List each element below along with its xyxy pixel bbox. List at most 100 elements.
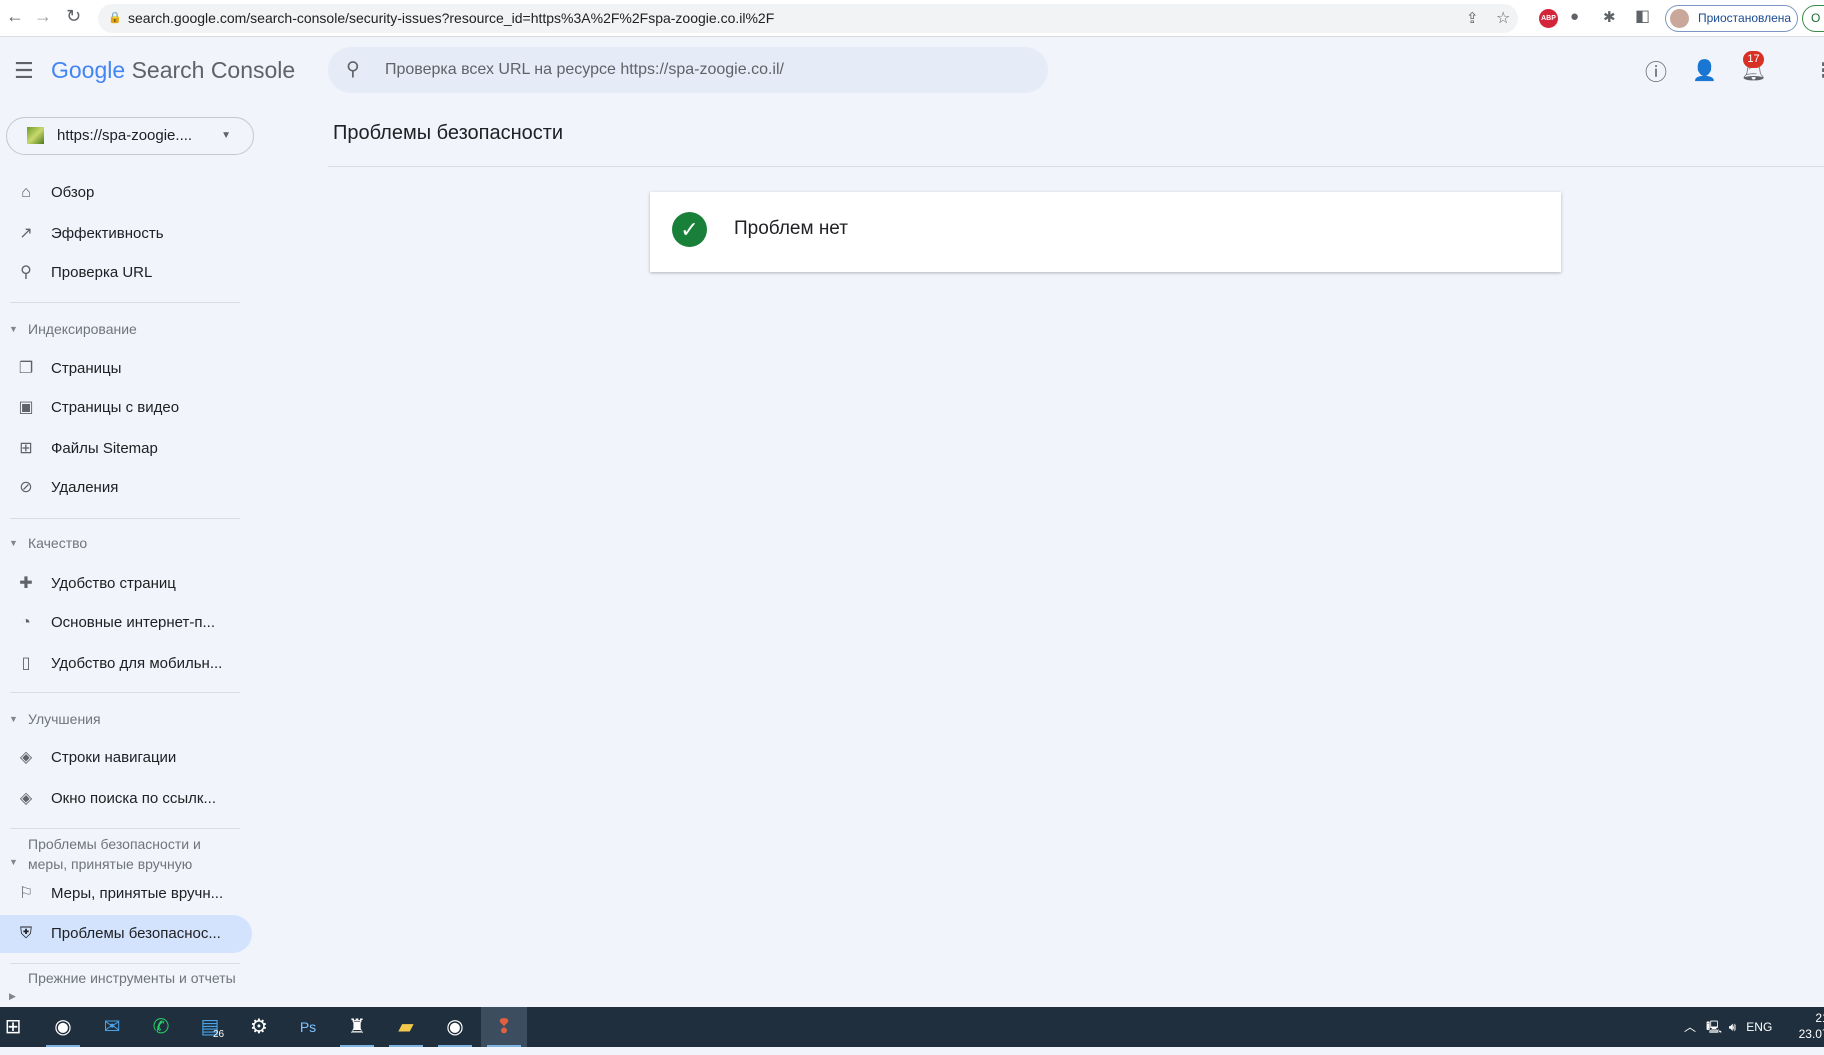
menu-icon[interactable]: ☰ — [14, 58, 34, 84]
divider — [328, 166, 1824, 167]
network-icon[interactable]: 🖳 — [1706, 1020, 1722, 1034]
bookmark-star-icon[interactable]: ☆ — [1496, 4, 1510, 33]
search-icon: ⚲ — [20, 264, 32, 281]
extension-icon[interactable]: ● — [1570, 8, 1579, 25]
sidebar-item-label: Обзор — [51, 184, 95, 201]
mail-icon[interactable]: ✉ — [89, 1007, 135, 1047]
sidebar-item-overview[interactable]: ⌂ Обзор — [0, 174, 250, 212]
sidebar-item-label: Удобство для мобильн... — [51, 655, 223, 672]
back-icon[interactable]: ← — [6, 6, 24, 27]
sidebar-item-label: Проблемы безопаснос... — [51, 925, 221, 942]
sidebar-item-performance[interactable]: ↗ Эффективность — [0, 215, 250, 253]
sidebar-item-label: Страницы — [51, 360, 122, 377]
sidebar-item-page-experience[interactable]: ✚ Удобство страниц — [0, 565, 250, 603]
search-icon: ⚲ — [346, 59, 360, 80]
world-of-tanks-icon[interactable]: ♜ — [334, 1007, 380, 1047]
time: 21: — [1815, 1011, 1824, 1025]
sidebar-item-removals[interactable]: ⊘ Удаления — [0, 469, 250, 507]
settings-gear-icon[interactable]: ⚙ — [236, 1007, 282, 1047]
layers-icon: ◈ — [19, 790, 33, 807]
side-panel-icon[interactable]: ◧ — [1635, 6, 1650, 26]
sidebar-item-breadcrumbs[interactable]: ◈ Строки навигации — [0, 739, 250, 777]
sidebar-item-core-web-vitals[interactable]: ◔ Основные интернет-п... — [0, 604, 250, 642]
date: 23.07. — [1798, 1027, 1824, 1041]
volume-icon[interactable]: 🔊︎ — [1729, 1020, 1737, 1034]
sidebar-item-mobile-usability[interactable]: ▯ Удобство для мобильн... — [0, 645, 250, 683]
removals-icon: ⊘ — [19, 479, 33, 496]
forward-icon[interactable]: → — [34, 6, 52, 27]
sidebar-item-manual-actions[interactable]: ⚐ Меры, принятые вручн... — [0, 875, 250, 913]
abp-icon[interactable]: ABP — [1539, 9, 1558, 28]
divider — [10, 963, 240, 964]
photoshop-icon[interactable]: Ps — [285, 1007, 331, 1047]
pages-icon: ❐ — [18, 360, 34, 377]
status-card: ✓ Проблем нет — [650, 192, 1561, 272]
sidebar-item-sitemaps[interactable]: ⊞ Файлы Sitemap — [0, 430, 250, 468]
sidebar-item-sitelinks-searchbox[interactable]: ◈ Окно поиска по ссылк... — [0, 780, 250, 818]
collapse-triangle-icon: ▼ — [9, 324, 18, 334]
user-settings-icon[interactable]: 👤 — [1692, 58, 1717, 83]
sidebar-item-video-pages[interactable]: ▣ Страницы с видео — [0, 389, 250, 427]
active-app-icon[interactable]: ❢ — [481, 1007, 527, 1047]
reload-icon[interactable]: ↻ — [66, 6, 81, 27]
sitemap-icon: ⊞ — [19, 440, 33, 457]
section-enhancements[interactable]: ▼ Улучшения — [9, 709, 239, 729]
page-experience-icon: ✚ — [19, 575, 33, 592]
sidebar-item-label: Страницы с видео — [51, 399, 180, 416]
sidebar-item-label: Проверка URL — [51, 264, 153, 281]
google-logo: Google — [51, 57, 126, 83]
page-title: Проблемы безопасности — [333, 122, 564, 144]
shield-icon: ⛨ — [19, 925, 32, 942]
section-security-manual-actions[interactable]: ▼ Проблемы безопасности и меры, принятые … — [9, 834, 239, 874]
flag-icon: ⚐ — [18, 885, 34, 902]
sidebar-item-security-issues[interactable]: ⛨ Проблемы безопаснос... — [0, 915, 252, 953]
calendar-badge: 26 — [213, 1029, 225, 1040]
puzzle-icon[interactable]: ✱ — [1603, 8, 1616, 26]
trending-icon: ↗ — [19, 225, 33, 242]
address-bar[interactable]: 🔒 search.google.com/search-console/secur… — [98, 4, 1518, 33]
status-text: Проблем нет — [734, 218, 848, 239]
collapse-triangle-icon: ▼ — [9, 857, 18, 867]
taskbar: ⊞ ◉ ✉ ✆ ▤26 ⚙ Ps ♜ ▰ ◉ ❢ ︿ 🖳 🔊︎ ENG 21:2… — [0, 1007, 1824, 1047]
logo[interactable]: Google Search Console — [51, 57, 295, 84]
clock[interactable]: 21: 23.07. — [1792, 1010, 1824, 1042]
share-icon[interactable]: ⇪ — [1466, 4, 1479, 33]
avatar — [1670, 9, 1689, 28]
video-pages-icon: ▣ — [18, 399, 34, 416]
calendar-icon[interactable]: ▤ 26 — [187, 1007, 233, 1047]
help-icon[interactable]: ⓘ — [1645, 55, 1667, 87]
section-label: Проблемы безопасности и меры, принятые в… — [28, 836, 201, 872]
show-hidden-icons-icon[interactable]: ︿ — [1684, 1020, 1696, 1034]
check-circle-icon: ✓ — [672, 212, 707, 247]
section-label: Индексирование — [28, 321, 137, 337]
whatsapp-icon[interactable]: ✆ — [138, 1007, 184, 1047]
sidebar-item-url-inspection[interactable]: ⚲ Проверка URL — [0, 254, 250, 292]
property-selector[interactable]: https://spa-zoogie.... ▼ — [6, 117, 254, 155]
sidebar-item-label: Окно поиска по ссылк... — [51, 790, 216, 807]
product-name: Search Console — [131, 57, 296, 83]
chrome-profile-icon[interactable]: ◉ — [432, 1007, 478, 1047]
home-icon: ⌂ — [21, 184, 31, 201]
divider — [10, 692, 240, 693]
mobile-icon: ▯ — [21, 655, 31, 672]
second-profile-button[interactable]: O — [1802, 5, 1824, 32]
section-indexing[interactable]: ▼ Индексирование — [9, 319, 239, 339]
expand-triangle-icon: ▶ — [9, 991, 16, 1001]
sidebar-item-label: Основные интернет-п... — [51, 614, 216, 631]
file-explorer-icon[interactable]: ▰ — [383, 1007, 429, 1047]
section-legacy-tools[interactable]: ▶ Прежние инструменты и отчеты — [9, 968, 239, 1001]
collapse-triangle-icon: ▼ — [9, 538, 18, 548]
property-label: https://spa-zoogie.... — [57, 127, 193, 144]
section-label: Прежние инструменты и отчеты — [28, 970, 236, 986]
sidebar-item-pages[interactable]: ❐ Страницы — [0, 350, 250, 388]
section-quality[interactable]: ▼ Качество — [9, 533, 239, 553]
lock-icon: 🔒 — [108, 12, 122, 24]
language-indicator[interactable]: ENG — [1746, 1020, 1772, 1034]
windows-start-icon[interactable]: ⊞ — [0, 1007, 36, 1047]
url-inspection-search[interactable]: ⚲ Проверка всех URL на ресурсе https://sp… — [328, 47, 1048, 93]
chrome-icon[interactable]: ◉ — [40, 1007, 86, 1047]
profile-button[interactable]: Приостановлена — [1665, 5, 1798, 32]
divider — [10, 828, 240, 829]
more-options-icon[interactable]: ⋮ — [1814, 58, 1824, 83]
layers-icon: ◈ — [19, 749, 33, 766]
